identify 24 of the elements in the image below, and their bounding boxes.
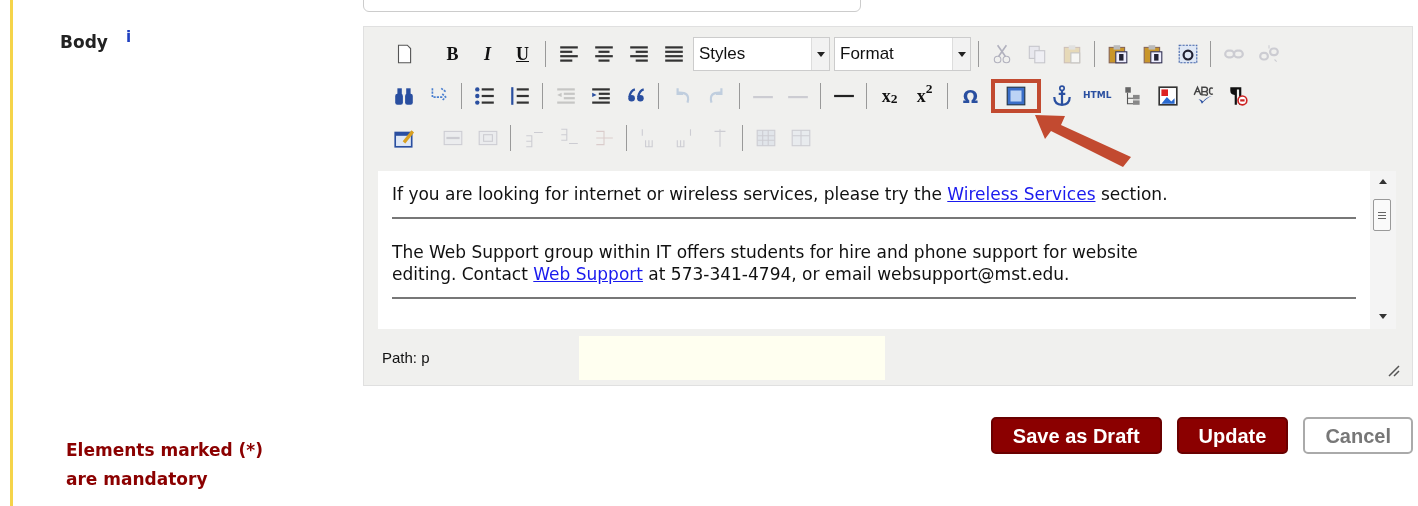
- toolbar-button[interactable]: B: [435, 37, 470, 71]
- toolbar-button[interactable]: Ω: [953, 79, 988, 113]
- toolbar-button[interactable]: x$^{2}$: [907, 79, 942, 113]
- toolbar-button[interactable]: HTML: [1079, 79, 1116, 113]
- action-button[interactable]: Update: [1176, 417, 1289, 454]
- select-field[interactable]: Styles: [693, 37, 830, 71]
- input-field[interactable]: [363, 0, 861, 12]
- editor-content[interactable]: [378, 171, 1370, 329]
- text-link[interactable]: Wireless Services: [947, 184, 1096, 204]
- text-link[interactable]: Web Support: [533, 264, 643, 284]
- cancel-button[interactable]: Cancel: [1303, 417, 1413, 454]
- element-path: Path: p: [382, 347, 431, 368]
- resize-handle-icon[interactable]: [1386, 363, 1400, 377]
- scrollbar[interactable]: [1370, 171, 1396, 329]
- paragraph: The Web Support group within IT offers students for hire and phone support for website editing. Contact Web Support at 573-341-4794, or email websupport@mst.edu.: [392, 241, 1139, 285]
- mandatory-notice: Elements marked (*) are mandatory: [66, 439, 264, 491]
- action-button[interactable]: Save as Draft: [990, 417, 1162, 454]
- toolbar-button[interactable]: U: [505, 37, 540, 71]
- paragraph: If you are looking for internet or wireless services, please try the Wireless Services section.: [392, 183, 1169, 205]
- toolbar-button[interactable]: x$_{2}$: [872, 79, 907, 113]
- select-field[interactable]: Format: [834, 37, 971, 71]
- info-link[interactable]: i: [125, 30, 132, 45]
- field-label: Body: [60, 31, 108, 54]
- toolbar-button[interactable]: I: [470, 37, 505, 71]
